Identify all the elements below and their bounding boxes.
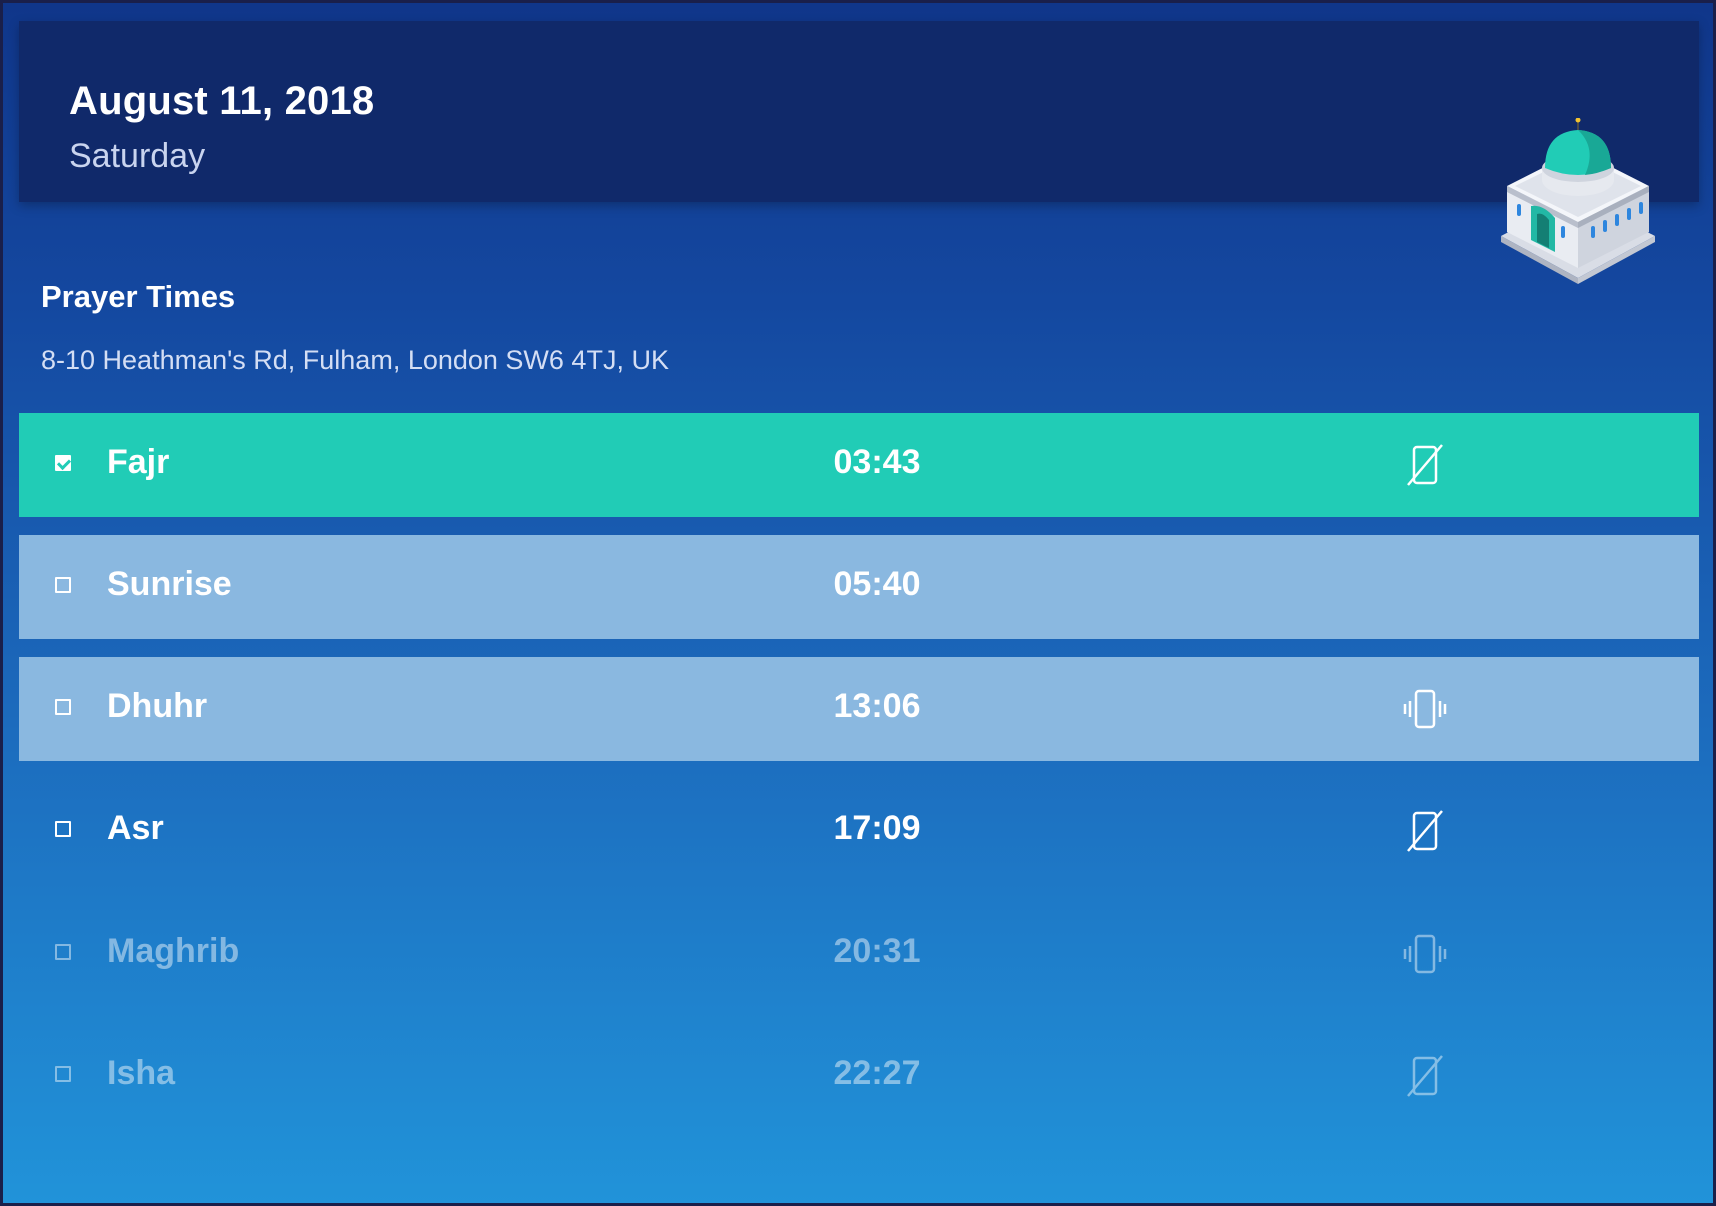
prayer-name: Asr bbox=[107, 809, 164, 847]
prayer-name: Dhuhr bbox=[107, 687, 208, 725]
prayer-time: 13:06 bbox=[833, 687, 921, 725]
location-address: 8-10 Heathman's Rd, Fulham, London SW6 4… bbox=[41, 345, 669, 375]
checkbox-checked-icon[interactable] bbox=[55, 455, 71, 471]
prayer-name: Isha bbox=[107, 1054, 176, 1092]
prayer-name: Fajr bbox=[107, 443, 170, 481]
prayer-row-maghrib[interactable]: Maghrib 20:31 bbox=[19, 902, 1699, 1006]
checkbox-icon[interactable] bbox=[55, 944, 71, 960]
prayer-times-app: August 11, 2018 Saturday Prayer Times 8-… bbox=[3, 3, 1713, 1203]
checkbox-icon[interactable] bbox=[55, 1066, 71, 1082]
phone-vibrate-icon[interactable] bbox=[1399, 683, 1451, 735]
prayer-time: 20:31 bbox=[833, 932, 921, 970]
prayer-time: 22:27 bbox=[833, 1054, 921, 1092]
section-title: Prayer Times bbox=[41, 279, 236, 314]
prayer-time: 03:43 bbox=[833, 443, 921, 481]
phone-silent-icon[interactable] bbox=[1399, 805, 1451, 857]
mosque-icon bbox=[1501, 118, 1655, 284]
current-date: August 11, 2018 bbox=[69, 79, 375, 123]
prayer-row-fajr[interactable]: Fajr 03:43 bbox=[19, 413, 1699, 517]
checkbox-icon[interactable] bbox=[55, 821, 71, 837]
prayer-row-isha[interactable]: Isha 22:27 bbox=[19, 1024, 1699, 1128]
prayer-time: 17:09 bbox=[833, 809, 921, 847]
current-weekday: Saturday bbox=[69, 137, 206, 175]
phone-vibrate-icon[interactable] bbox=[1399, 928, 1451, 980]
checkbox-icon[interactable] bbox=[55, 577, 71, 593]
prayer-name: Sunrise bbox=[107, 565, 232, 603]
phone-silent-icon[interactable] bbox=[1399, 1050, 1451, 1102]
checkbox-icon[interactable] bbox=[55, 699, 71, 715]
prayer-time: 05:40 bbox=[833, 565, 921, 603]
prayer-row-sunrise[interactable]: Sunrise 05:40 bbox=[19, 535, 1699, 639]
prayer-row-dhuhr[interactable]: Dhuhr 13:06 bbox=[19, 657, 1699, 761]
phone-silent-icon[interactable] bbox=[1399, 439, 1451, 491]
date-header: August 11, 2018 Saturday bbox=[19, 21, 1699, 202]
prayer-row-asr[interactable]: Asr 17:09 bbox=[19, 779, 1699, 883]
prayer-name: Maghrib bbox=[107, 932, 240, 970]
